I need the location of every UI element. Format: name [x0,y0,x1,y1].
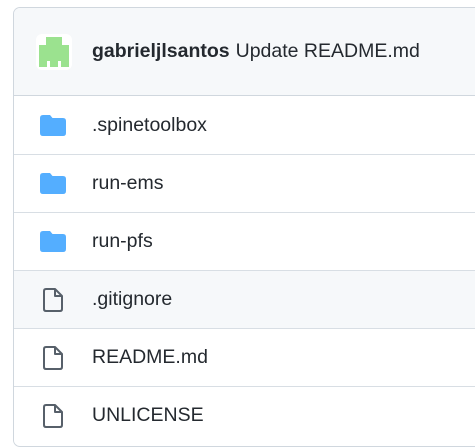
file-name-link[interactable]: .gitignore [92,288,172,311]
file-row-spinetoolbox[interactable]: .spinetoolbox [14,96,475,154]
file-name-link[interactable]: README.md [92,346,208,369]
file-row-run-ems[interactable]: run-ems [14,154,475,212]
file-name-link[interactable]: run-ems [92,172,164,195]
latest-commit-bar: gabrieljlsantos Update README.md [14,8,475,96]
file-row-readme[interactable]: README.md [14,328,475,386]
file-name-link[interactable]: .spinetoolbox [92,114,207,137]
file-icon [39,403,67,428]
avatar[interactable] [36,33,72,70]
file-icon [39,345,67,370]
file-row-unlicense[interactable]: UNLICENSE [14,386,475,444]
commit-summary: gabrieljlsantos Update README.md [92,40,420,63]
folder-icon [39,172,67,196]
file-row-run-pfs[interactable]: run-pfs [14,212,475,270]
commit-message-link[interactable]: Update README.md [236,40,420,62]
file-icon [39,287,67,312]
file-name-link[interactable]: run-pfs [92,230,153,253]
file-name-link[interactable]: UNLICENSE [92,404,204,427]
file-browser: gabrieljlsantos Update README.md .spineto… [13,7,475,447]
folder-icon [39,230,67,254]
file-row-gitignore[interactable]: .gitignore [14,270,475,328]
commit-author-link[interactable]: gabrieljlsantos [92,40,230,62]
folder-icon [39,113,67,137]
file-list: .spinetoolbox run-ems run-pfs .gitignore… [14,96,475,444]
